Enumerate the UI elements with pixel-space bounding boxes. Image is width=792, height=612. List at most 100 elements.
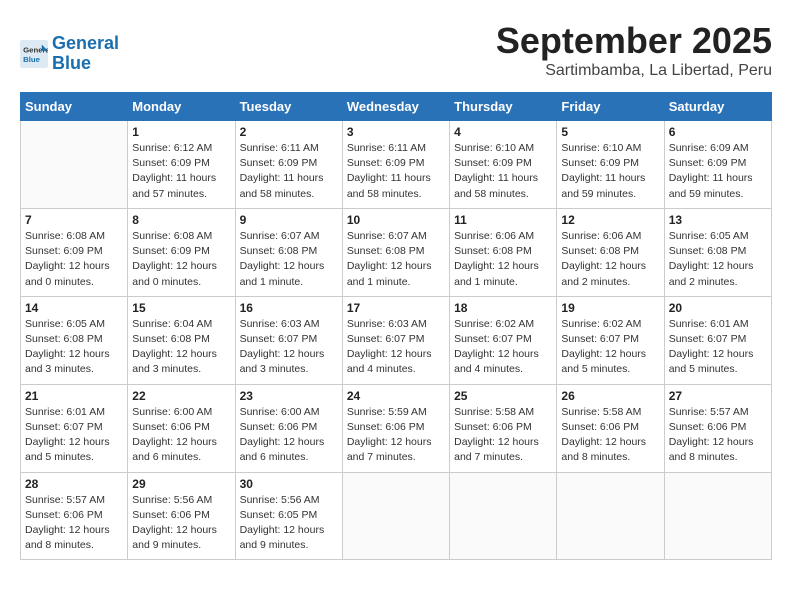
- calendar-cell: 21 Sunrise: 6:01 AM Sunset: 6:07 PM Dayli…: [21, 384, 128, 472]
- day-info: Sunrise: 6:11 AM Sunset: 6:09 PM Dayligh…: [240, 141, 338, 202]
- calendar-cell: 18 Sunrise: 6:02 AM Sunset: 6:07 PM Dayli…: [450, 296, 557, 384]
- calendar-cell: 4 Sunrise: 6:10 AM Sunset: 6:09 PM Daylig…: [450, 121, 557, 209]
- top-row: General Blue General Blue September 2025…: [20, 20, 772, 84]
- weekday-header-wednesday: Wednesday: [342, 93, 449, 121]
- day-number: 20: [669, 301, 767, 315]
- calendar-cell: 9 Sunrise: 6:07 AM Sunset: 6:08 PM Daylig…: [235, 208, 342, 296]
- calendar-cell: 15 Sunrise: 6:04 AM Sunset: 6:08 PM Dayli…: [128, 296, 235, 384]
- day-number: 12: [561, 213, 659, 227]
- day-info: Sunrise: 6:05 AM Sunset: 6:08 PM Dayligh…: [669, 229, 767, 290]
- day-number: 17: [347, 301, 445, 315]
- calendar-cell: 28 Sunrise: 5:57 AM Sunset: 6:06 PM Dayli…: [21, 472, 128, 560]
- day-number: 14: [25, 301, 123, 315]
- weekday-header-friday: Friday: [557, 93, 664, 121]
- calendar-cell: [21, 121, 128, 209]
- logo-general: General: [52, 33, 119, 53]
- general-blue-logo-icon: General Blue: [20, 40, 48, 68]
- logo: General Blue General Blue: [20, 34, 119, 74]
- day-info: Sunrise: 5:58 AM Sunset: 6:06 PM Dayligh…: [454, 405, 552, 466]
- week-row-4: 21 Sunrise: 6:01 AM Sunset: 6:07 PM Dayli…: [21, 384, 772, 472]
- day-info: Sunrise: 5:57 AM Sunset: 6:06 PM Dayligh…: [25, 493, 123, 554]
- calendar-cell: 27 Sunrise: 5:57 AM Sunset: 6:06 PM Dayli…: [664, 384, 771, 472]
- calendar-cell: 7 Sunrise: 6:08 AM Sunset: 6:09 PM Daylig…: [21, 208, 128, 296]
- day-info: Sunrise: 6:07 AM Sunset: 6:08 PM Dayligh…: [347, 229, 445, 290]
- day-info: Sunrise: 6:08 AM Sunset: 6:09 PM Dayligh…: [132, 229, 230, 290]
- title-section: September 2025 Sartimbamba, La Libertad,…: [496, 20, 772, 80]
- day-info: Sunrise: 6:03 AM Sunset: 6:07 PM Dayligh…: [240, 317, 338, 378]
- week-row-3: 14 Sunrise: 6:05 AM Sunset: 6:08 PM Dayli…: [21, 296, 772, 384]
- calendar-cell: 20 Sunrise: 6:01 AM Sunset: 6:07 PM Dayli…: [664, 296, 771, 384]
- day-info: Sunrise: 6:00 AM Sunset: 6:06 PM Dayligh…: [132, 405, 230, 466]
- day-info: Sunrise: 6:00 AM Sunset: 6:06 PM Dayligh…: [240, 405, 338, 466]
- day-info: Sunrise: 6:01 AM Sunset: 6:07 PM Dayligh…: [669, 317, 767, 378]
- day-number: 16: [240, 301, 338, 315]
- day-info: Sunrise: 6:03 AM Sunset: 6:07 PM Dayligh…: [347, 317, 445, 378]
- weekday-header-row: SundayMondayTuesdayWednesdayThursdayFrid…: [21, 93, 772, 121]
- day-number: 5: [561, 125, 659, 139]
- day-number: 13: [669, 213, 767, 227]
- day-number: 3: [347, 125, 445, 139]
- day-number: 24: [347, 389, 445, 403]
- calendar-cell: 23 Sunrise: 6:00 AM Sunset: 6:06 PM Dayli…: [235, 384, 342, 472]
- day-info: Sunrise: 6:02 AM Sunset: 6:07 PM Dayligh…: [561, 317, 659, 378]
- day-number: 23: [240, 389, 338, 403]
- logo-text: General Blue: [52, 34, 119, 74]
- day-number: 4: [454, 125, 552, 139]
- day-info: Sunrise: 5:58 AM Sunset: 6:06 PM Dayligh…: [561, 405, 659, 466]
- day-number: 11: [454, 213, 552, 227]
- calendar-cell: 11Sunrise: 6:06 AM Sunset: 6:08 PM Dayli…: [450, 208, 557, 296]
- calendar-cell: 24 Sunrise: 5:59 AM Sunset: 6:06 PM Dayli…: [342, 384, 449, 472]
- day-info: Sunrise: 6:07 AM Sunset: 6:08 PM Dayligh…: [240, 229, 338, 290]
- weekday-header-sunday: Sunday: [21, 93, 128, 121]
- day-number: 27: [669, 389, 767, 403]
- svg-text:Blue: Blue: [23, 55, 41, 64]
- week-row-2: 7 Sunrise: 6:08 AM Sunset: 6:09 PM Daylig…: [21, 208, 772, 296]
- day-number: 28: [25, 477, 123, 491]
- day-number: 1: [132, 125, 230, 139]
- calendar-cell: [664, 472, 771, 560]
- day-number: 18: [454, 301, 552, 315]
- day-number: 26: [561, 389, 659, 403]
- calendar-subtitle: Sartimbamba, La Libertad, Peru: [496, 62, 772, 80]
- calendar-cell: 6Sunrise: 6:09 AM Sunset: 6:09 PM Daylig…: [664, 121, 771, 209]
- week-row-1: 1Sunrise: 6:12 AM Sunset: 6:09 PM Daylig…: [21, 121, 772, 209]
- day-info: Sunrise: 6:02 AM Sunset: 6:07 PM Dayligh…: [454, 317, 552, 378]
- day-number: 7: [25, 213, 123, 227]
- day-info: Sunrise: 6:08 AM Sunset: 6:09 PM Dayligh…: [25, 229, 123, 290]
- day-number: 15: [132, 301, 230, 315]
- day-info: Sunrise: 5:56 AM Sunset: 6:06 PM Dayligh…: [132, 493, 230, 554]
- day-info: Sunrise: 5:56 AM Sunset: 6:05 PM Dayligh…: [240, 493, 338, 554]
- calendar-cell: 10Sunrise: 6:07 AM Sunset: 6:08 PM Dayli…: [342, 208, 449, 296]
- calendar-cell: 8 Sunrise: 6:08 AM Sunset: 6:09 PM Daylig…: [128, 208, 235, 296]
- weekday-header-thursday: Thursday: [450, 93, 557, 121]
- day-number: 29: [132, 477, 230, 491]
- day-info: Sunrise: 6:06 AM Sunset: 6:08 PM Dayligh…: [561, 229, 659, 290]
- calendar-title: September 2025: [496, 20, 772, 62]
- calendar-cell: 17 Sunrise: 6:03 AM Sunset: 6:07 PM Dayli…: [342, 296, 449, 384]
- day-info: Sunrise: 5:59 AM Sunset: 6:06 PM Dayligh…: [347, 405, 445, 466]
- day-number: 9: [240, 213, 338, 227]
- day-info: Sunrise: 6:04 AM Sunset: 6:08 PM Dayligh…: [132, 317, 230, 378]
- calendar-cell: 3Sunrise: 6:11 AM Sunset: 6:09 PM Daylig…: [342, 121, 449, 209]
- calendar-cell: 1Sunrise: 6:12 AM Sunset: 6:09 PM Daylig…: [128, 121, 235, 209]
- calendar-cell: 19Sunrise: 6:02 AM Sunset: 6:07 PM Dayli…: [557, 296, 664, 384]
- calendar-cell: 14 Sunrise: 6:05 AM Sunset: 6:08 PM Dayli…: [21, 296, 128, 384]
- day-number: 2: [240, 125, 338, 139]
- calendar-cell: 29 Sunrise: 5:56 AM Sunset: 6:06 PM Dayli…: [128, 472, 235, 560]
- day-info: Sunrise: 5:57 AM Sunset: 6:06 PM Dayligh…: [669, 405, 767, 466]
- day-number: 30: [240, 477, 338, 491]
- calendar-cell: 26 Sunrise: 5:58 AM Sunset: 6:06 PM Dayli…: [557, 384, 664, 472]
- week-row-5: 28 Sunrise: 5:57 AM Sunset: 6:06 PM Dayli…: [21, 472, 772, 560]
- day-number: 21: [25, 389, 123, 403]
- day-number: 22: [132, 389, 230, 403]
- calendar-cell: [450, 472, 557, 560]
- calendar-cell: 16 Sunrise: 6:03 AM Sunset: 6:07 PM Dayli…: [235, 296, 342, 384]
- calendar-cell: 30 Sunrise: 5:56 AM Sunset: 6:05 PM Dayli…: [235, 472, 342, 560]
- day-info: Sunrise: 6:10 AM Sunset: 6:09 PM Dayligh…: [454, 141, 552, 202]
- day-number: 25: [454, 389, 552, 403]
- calendar-cell: 22 Sunrise: 6:00 AM Sunset: 6:06 PM Dayli…: [128, 384, 235, 472]
- calendar-table: SundayMondayTuesdayWednesdayThursdayFrid…: [20, 92, 772, 560]
- day-info: Sunrise: 6:05 AM Sunset: 6:08 PM Dayligh…: [25, 317, 123, 378]
- day-info: Sunrise: 6:01 AM Sunset: 6:07 PM Dayligh…: [25, 405, 123, 466]
- day-number: 8: [132, 213, 230, 227]
